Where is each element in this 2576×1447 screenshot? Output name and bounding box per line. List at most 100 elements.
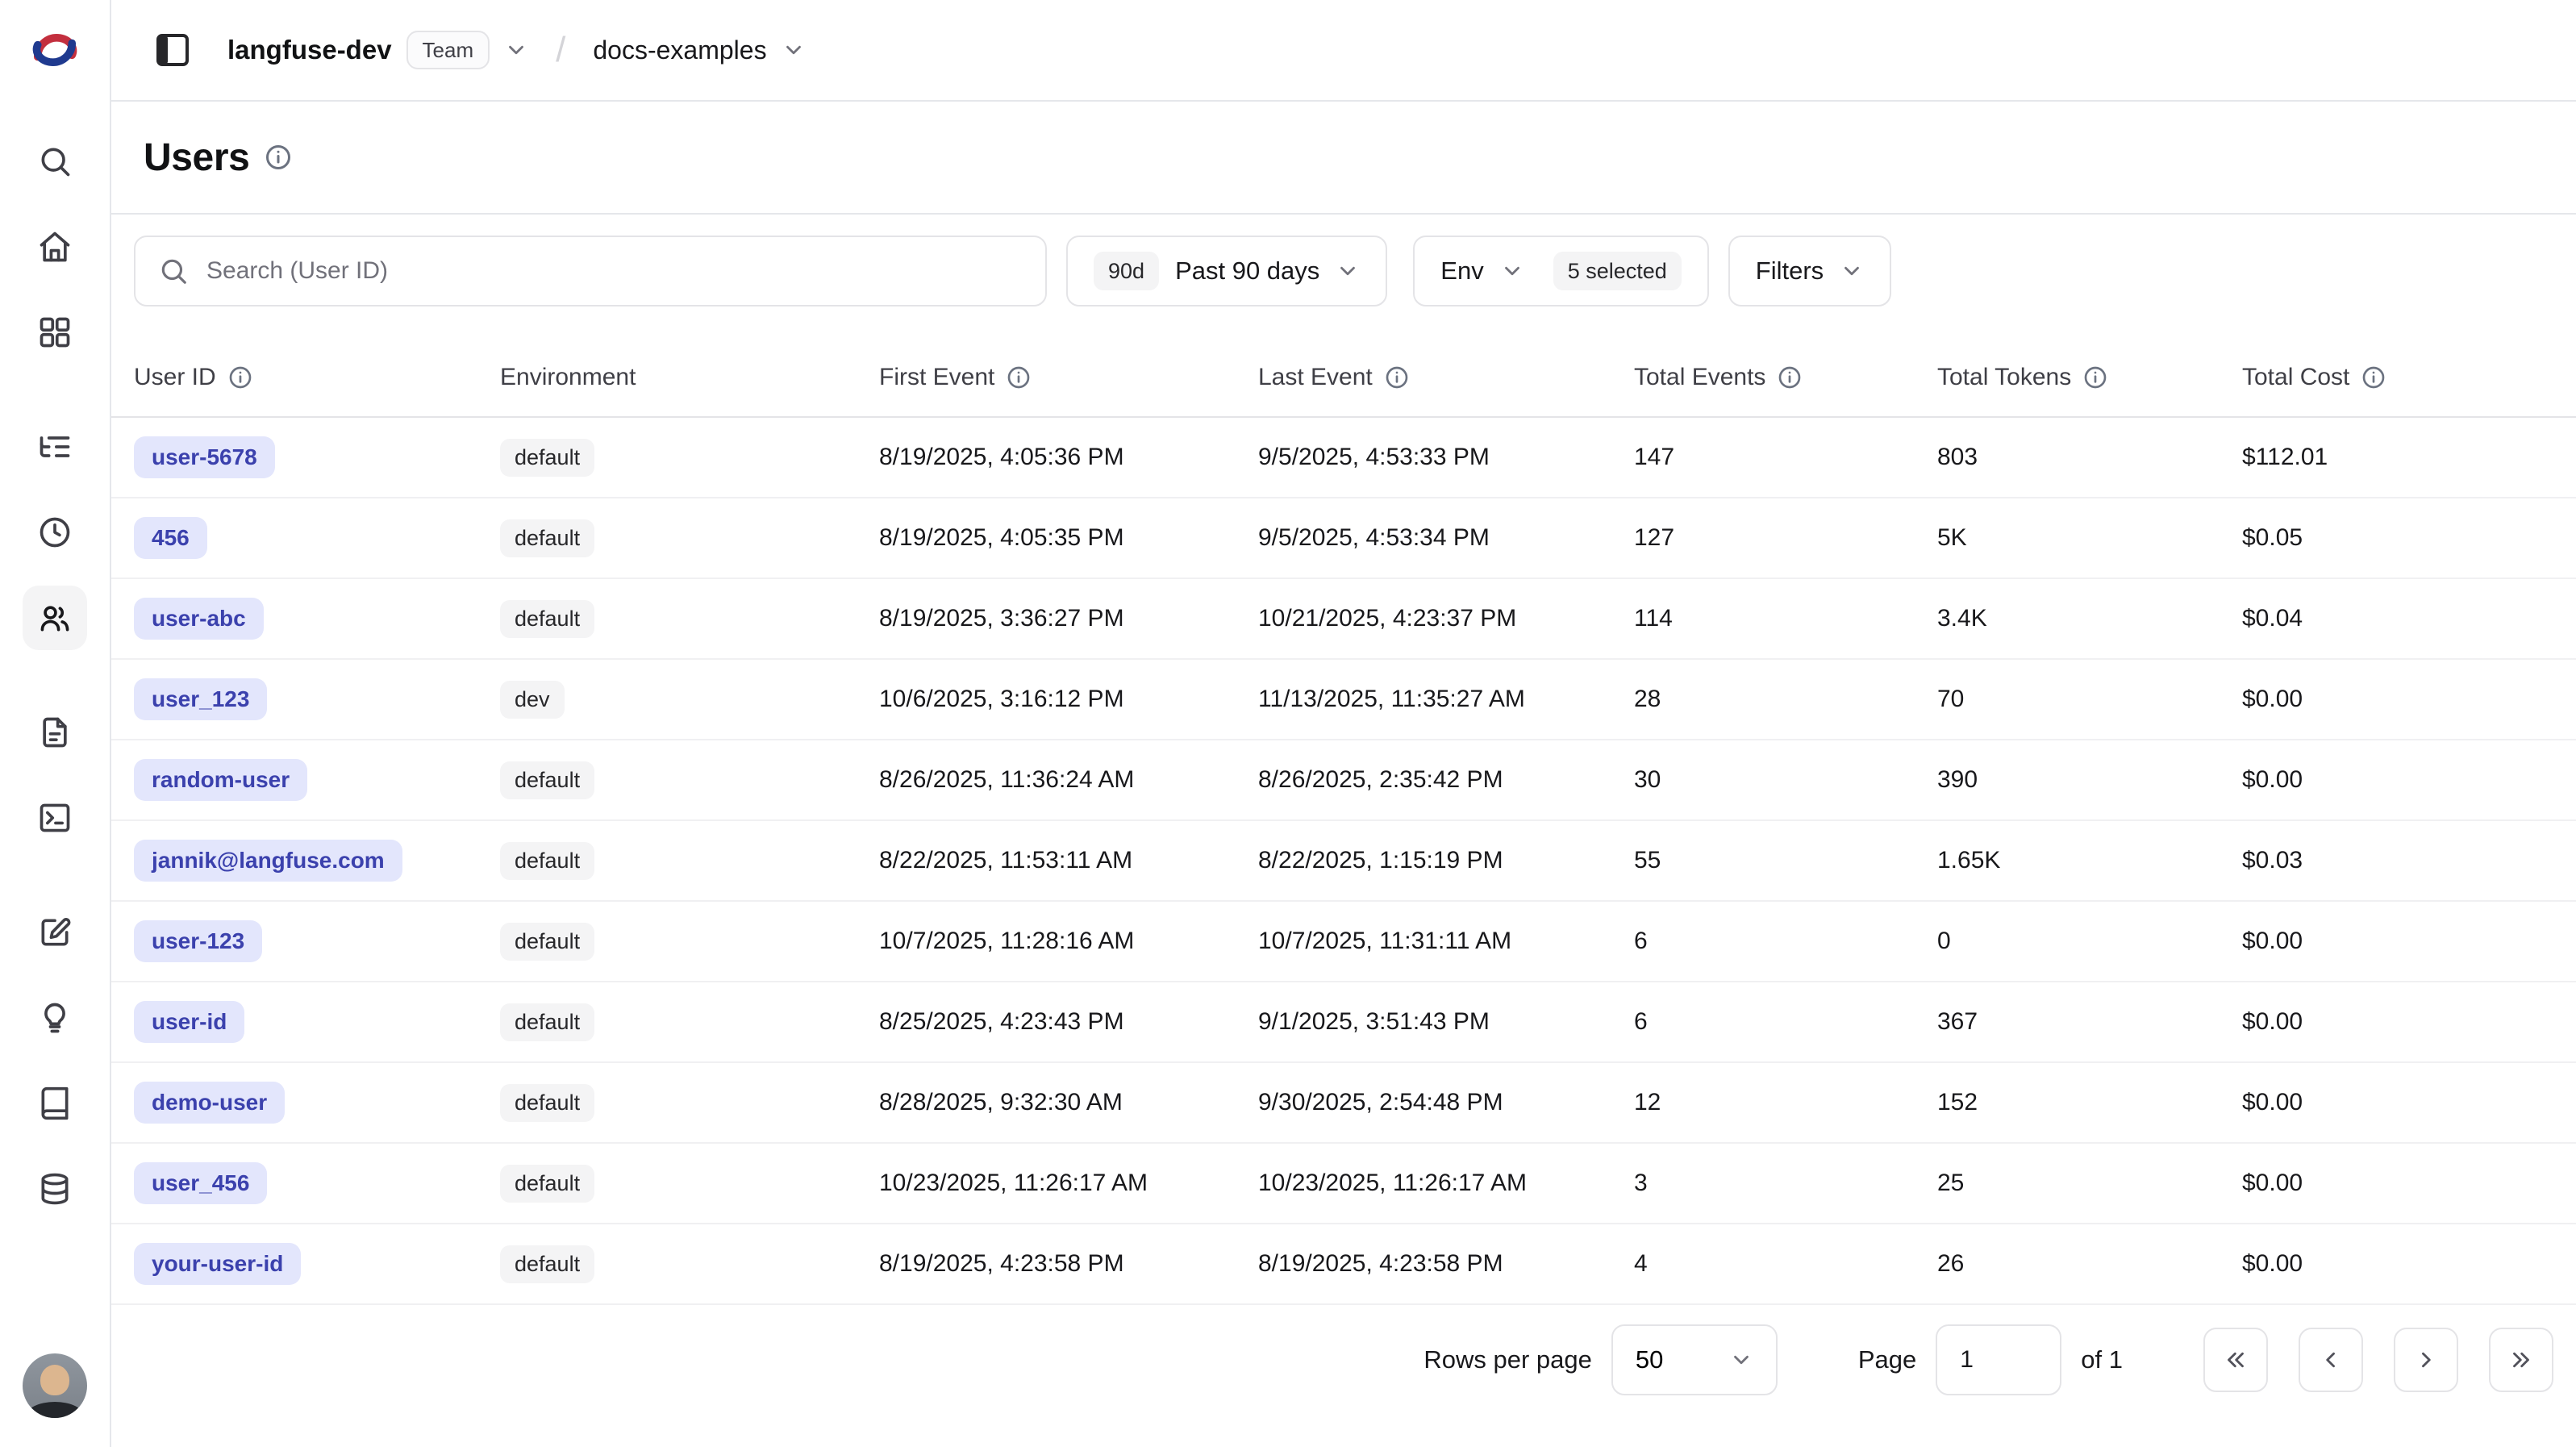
table-row[interactable]: user-5678 default 8/19/2025, 4:05:36 PM … xyxy=(111,418,2576,498)
user-id-badge[interactable]: demo-user xyxy=(134,1082,285,1124)
app-logo[interactable] xyxy=(27,23,82,77)
search-box[interactable] xyxy=(134,236,1047,306)
environment-cell: default xyxy=(500,439,879,477)
sidebar-item-playground[interactable] xyxy=(23,786,87,850)
user-id-badge[interactable]: your-user-id xyxy=(134,1243,301,1285)
sidebar-item-users[interactable] xyxy=(23,586,87,650)
user-id-cell: demo-user xyxy=(134,1082,500,1124)
column-header[interactable]: User ID xyxy=(134,364,500,391)
first-event-cell: 8/19/2025, 4:23:58 PM xyxy=(879,1250,1258,1278)
last-event-cell: 8/22/2025, 1:15:19 PM xyxy=(1258,847,1634,874)
sidebar-toggle-button[interactable] xyxy=(144,21,202,79)
table-row[interactable]: random-user default 8/26/2025, 11:36:24 … xyxy=(111,740,2576,821)
total-events-cell: 30 xyxy=(1634,766,1937,794)
page-title-info-icon[interactable] xyxy=(264,143,293,172)
table-row[interactable]: user-id default 8/25/2025, 4:23:43 PM 9/… xyxy=(111,982,2576,1063)
user-id-badge[interactable]: user_456 xyxy=(134,1162,267,1204)
total-tokens-cell: 0 xyxy=(1937,928,2242,955)
column-info-icon[interactable] xyxy=(1006,365,1032,390)
table-row[interactable]: 456 default 8/19/2025, 4:05:35 PM 9/5/20… xyxy=(111,498,2576,579)
sidebar-item-sessions[interactable] xyxy=(23,500,87,565)
sidebar-item-dashboards[interactable] xyxy=(23,300,87,365)
column-header[interactable]: Environment xyxy=(500,364,879,391)
chevron-down-icon[interactable] xyxy=(782,38,806,62)
column-header[interactable]: Total Events xyxy=(1634,364,1937,391)
environment-badge: default xyxy=(500,600,594,638)
user-id-cell: jannik@langfuse.com xyxy=(134,840,500,882)
pagination xyxy=(2203,1328,2553,1392)
user-id-badge[interactable]: user_123 xyxy=(134,678,267,720)
breadcrumb-project[interactable]: docs-examples xyxy=(593,35,766,65)
user-id-badge[interactable]: user-123 xyxy=(134,920,262,962)
environment-cell: default xyxy=(500,600,879,638)
sidebar-item-datasets[interactable] xyxy=(23,1071,87,1136)
user-id-badge[interactable]: random-user xyxy=(134,759,307,801)
column-info-icon[interactable] xyxy=(2361,365,2386,390)
sidebar-item-search[interactable] xyxy=(23,129,87,194)
breadcrumb-org[interactable]: langfuse-dev xyxy=(227,35,392,65)
first-event-cell: 8/19/2025, 4:05:36 PM xyxy=(879,444,1258,471)
environment-badge: default xyxy=(500,1003,594,1041)
last-page-button[interactable] xyxy=(2489,1328,2553,1392)
user-id-badge[interactable]: user-abc xyxy=(134,598,264,640)
column-info-icon[interactable] xyxy=(227,365,253,390)
sidebar-item-home[interactable] xyxy=(23,215,87,279)
column-info-icon[interactable] xyxy=(1777,365,1803,390)
column-header[interactable]: Last Event xyxy=(1258,364,1634,391)
home-icon xyxy=(37,229,73,265)
chevron-down-icon xyxy=(1840,259,1864,283)
topbar: langfuse-dev Team / docs-examples xyxy=(111,0,2576,102)
table-footer: Rows per page 50 Page of 1 xyxy=(111,1305,2576,1415)
table-row[interactable]: demo-user default 8/28/2025, 9:32:30 AM … xyxy=(111,1063,2576,1144)
table-row[interactable]: your-user-id default 8/19/2025, 4:23:58 … xyxy=(111,1224,2576,1305)
user-id-cell: user_123 xyxy=(134,678,500,720)
user-avatar[interactable] xyxy=(23,1353,87,1418)
rows-per-page-select[interactable]: 50 xyxy=(1611,1324,1778,1395)
sidebar-item-tracing[interactable] xyxy=(23,415,87,479)
page-input[interactable] xyxy=(1936,1324,2061,1395)
column-header-label: User ID xyxy=(134,364,216,391)
total-tokens-cell: 25 xyxy=(1937,1170,2242,1197)
user-id-badge[interactable]: user-5678 xyxy=(134,436,275,478)
table-row[interactable]: user_123 dev 10/6/2025, 3:16:12 PM 11/13… xyxy=(111,660,2576,740)
last-event-cell: 8/19/2025, 4:23:58 PM xyxy=(1258,1250,1634,1278)
sidebar-item-lightbulb[interactable] xyxy=(23,986,87,1050)
database-icon xyxy=(37,1171,73,1207)
chevron-down-icon xyxy=(1336,259,1360,283)
prev-page-button[interactable] xyxy=(2299,1328,2363,1392)
environment-cell: default xyxy=(500,842,879,880)
table-header-row: User ID Environment First Event xyxy=(111,339,2576,418)
table-row[interactable]: user_456 default 10/23/2025, 11:26:17 AM… xyxy=(111,1144,2576,1224)
user-id-badge[interactable]: user-id xyxy=(134,1001,244,1043)
user-id-badge[interactable]: jannik@langfuse.com xyxy=(134,840,402,882)
sidebar xyxy=(0,0,111,1447)
sidebar-item-evaluation[interactable] xyxy=(23,900,87,965)
user-id-cell: random-user xyxy=(134,759,500,801)
chevrons-left-icon xyxy=(2222,1346,2249,1374)
user-id-cell: user-5678 xyxy=(134,436,500,478)
user-id-cell: user-abc xyxy=(134,598,500,640)
column-info-icon[interactable] xyxy=(2082,365,2108,390)
user-id-badge[interactable]: 456 xyxy=(134,517,207,559)
filters-button[interactable]: Filters xyxy=(1728,236,1891,306)
column-header-label: Total Events xyxy=(1634,364,1765,391)
date-range-button[interactable]: 90d Past 90 days xyxy=(1066,236,1387,306)
column-header-label: Total Tokens xyxy=(1937,364,2071,391)
next-page-button[interactable] xyxy=(2394,1328,2458,1392)
environment-cell: default xyxy=(500,1003,879,1041)
sidebar-item-prompts[interactable] xyxy=(23,700,87,765)
env-filter-button[interactable]: Env 5 selected xyxy=(1413,236,1709,306)
table-row[interactable]: jannik@langfuse.com default 8/22/2025, 1… xyxy=(111,821,2576,902)
search-input[interactable] xyxy=(206,257,1023,285)
table-row[interactable]: user-abc default 8/19/2025, 3:36:27 PM 1… xyxy=(111,579,2576,660)
search-icon xyxy=(37,144,73,179)
sidebar-item-database[interactable] xyxy=(23,1157,87,1221)
column-header[interactable]: Total Tokens xyxy=(1937,364,2242,391)
first-page-button[interactable] xyxy=(2203,1328,2268,1392)
chevron-down-icon[interactable] xyxy=(504,38,528,62)
column-info-icon[interactable] xyxy=(1384,365,1410,390)
page-title-bar: Users xyxy=(111,102,2576,215)
column-header[interactable]: Total Cost xyxy=(2242,364,2576,391)
column-header[interactable]: First Event xyxy=(879,364,1258,391)
table-row[interactable]: user-123 default 10/7/2025, 11:28:16 AM … xyxy=(111,902,2576,982)
